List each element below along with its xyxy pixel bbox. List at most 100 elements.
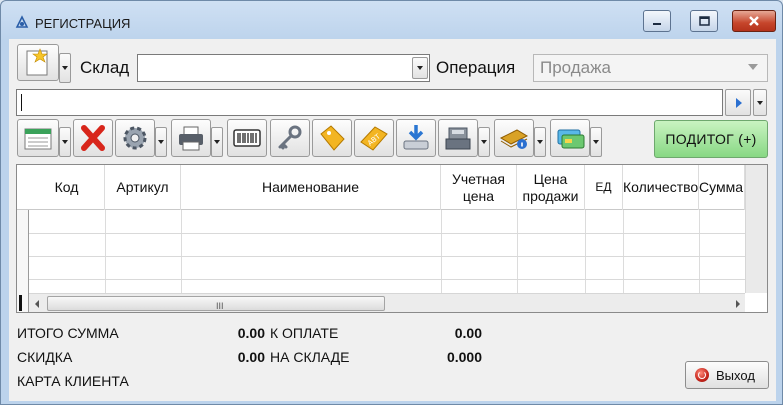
print-icon: [179, 126, 203, 151]
grid-column-divider: [585, 210, 586, 293]
discount-value: 0.00: [237, 349, 265, 365]
in-stock-label: НА СКЛАДЕ: [270, 349, 350, 365]
in-stock-value: 0.000: [446, 349, 482, 365]
text-cursor: [21, 94, 22, 111]
payment-card-dropdown[interactable]: [590, 127, 602, 157]
cash-register-button[interactable]: [438, 119, 478, 157]
delete-button[interactable]: [73, 119, 113, 157]
price-tag-icon: [320, 125, 345, 151]
grid-row-divider: [29, 233, 745, 234]
info-books-button[interactable]: [494, 119, 534, 157]
column-header-name[interactable]: Наименование: [181, 165, 441, 210]
settings-button[interactable]: [115, 119, 155, 157]
key-icon: [278, 125, 302, 150]
total-sum-label: ИТОГО СУММА: [17, 325, 119, 341]
chevron-down-icon: [537, 140, 543, 144]
vertical-scrollbar[interactable]: [745, 165, 767, 293]
download-button[interactable]: [396, 119, 436, 157]
grid-row-divider: [29, 279, 745, 280]
operation-select[interactable]: Продажа: [533, 54, 768, 82]
scroll-left-icon[interactable]: [33, 299, 41, 309]
chevron-down-icon: [757, 100, 763, 105]
to-pay-label: К ОПЛАТЕ: [270, 325, 339, 341]
title-bar[interactable]: РЕГИСТРАЦИЯ: [1, 1, 782, 39]
client-area: Склад Операция Продажа АВТ ПОДИТОГ (+) К…: [9, 39, 776, 401]
total-sum-value: 0.00: [237, 325, 265, 341]
grid-column-divider: [441, 210, 442, 293]
exit-button[interactable]: Выход: [685, 361, 769, 389]
chevron-down-icon: [62, 66, 68, 70]
column-header-sum[interactable]: Сумма: [699, 165, 745, 210]
table-button[interactable]: [17, 119, 59, 157]
chevron-down-icon: [593, 140, 599, 144]
payment-card-icon: [557, 129, 585, 149]
chevron-down-icon: [62, 140, 68, 144]
column-header-code[interactable]: Код: [29, 165, 105, 210]
barcode-icon: [233, 129, 261, 147]
column-header-quantity[interactable]: Количество: [623, 165, 699, 210]
chevron-down-icon: [417, 66, 423, 70]
scroll-right-icon[interactable]: [734, 299, 742, 309]
grid-column-divider: [623, 210, 624, 293]
barcode-go-button[interactable]: [725, 89, 751, 116]
column-header-sale-price[interactable]: Цена продажи: [517, 165, 585, 210]
maximize-button[interactable]: [690, 10, 718, 32]
warehouse-label: Склад: [80, 58, 130, 77]
items-grid[interactable]: Код Артикул Наименование Учетная цена Цен…: [16, 164, 768, 313]
row-indicator: [19, 295, 22, 311]
settings-icon: [123, 126, 147, 150]
download-icon: [403, 125, 429, 150]
window-title: РЕГИСТРАЦИЯ: [35, 16, 131, 31]
warehouse-dropdown-arrow[interactable]: [412, 57, 428, 79]
horizontal-scrollbar[interactable]: III: [29, 293, 745, 312]
grid-column-divider: [699, 210, 700, 293]
chevron-down-icon: [214, 140, 220, 144]
close-button[interactable]: [732, 10, 776, 32]
maximize-icon: [698, 16, 710, 26]
settings-dropdown[interactable]: [155, 127, 167, 157]
registration-window: РЕГИСТРАЦИЯ Склад Операция Продажа АВТ П…: [0, 0, 783, 405]
grid-column-divider: [517, 210, 518, 293]
operation-label: Операция: [436, 58, 516, 77]
chevron-down-icon: [481, 140, 487, 144]
chevron-down-icon: [158, 140, 164, 144]
app-icon: [15, 15, 29, 28]
column-header-unit[interactable]: ЕД: [585, 165, 623, 210]
minimize-button[interactable]: [643, 10, 671, 32]
info-books-dropdown[interactable]: [534, 127, 546, 157]
key-button[interactable]: [270, 119, 310, 157]
close-icon: [749, 16, 759, 26]
operation-value: Продажа: [540, 58, 611, 77]
client-card-label: КАРТА КЛИЕНТА: [17, 373, 129, 389]
barcode-button[interactable]: [227, 119, 267, 157]
grid-header: Код Артикул Наименование Учетная цена Цен…: [17, 165, 767, 210]
auto-tag-button[interactable]: АВТ: [354, 119, 394, 157]
horizontal-scroll-thumb[interactable]: III: [47, 296, 385, 311]
column-header-article[interactable]: Артикул: [105, 165, 181, 210]
grid-column-divider: [181, 210, 182, 293]
table-dropdown[interactable]: [59, 127, 71, 157]
price-tag-button[interactable]: [312, 119, 352, 157]
power-icon: [695, 368, 709, 382]
discount-label: СКИДКА: [17, 349, 73, 365]
barcode-dropdown[interactable]: [753, 89, 767, 116]
delete-icon: [81, 125, 105, 151]
new-document-dropdown[interactable]: [59, 53, 71, 83]
exit-label: Выход: [716, 367, 755, 383]
cash-register-dropdown[interactable]: [478, 127, 490, 157]
to-pay-value: 0.00: [454, 325, 482, 341]
play-icon: [736, 97, 742, 108]
payment-card-button[interactable]: [550, 119, 590, 157]
info-books-icon: [499, 129, 529, 149]
warehouse-select[interactable]: [137, 54, 430, 82]
new-document-button[interactable]: [17, 44, 59, 81]
column-header-cost-price[interactable]: Учетная цена: [441, 165, 517, 210]
barcode-input[interactable]: [16, 89, 723, 116]
print-button[interactable]: [171, 119, 211, 157]
chevron-down-icon: [748, 64, 758, 70]
grid-row-divider: [29, 256, 745, 257]
new-document-icon: [24, 128, 52, 150]
new-document-icon: [26, 48, 48, 76]
print-dropdown[interactable]: [211, 127, 223, 157]
subtotal-button[interactable]: ПОДИТОГ (+): [654, 120, 768, 158]
